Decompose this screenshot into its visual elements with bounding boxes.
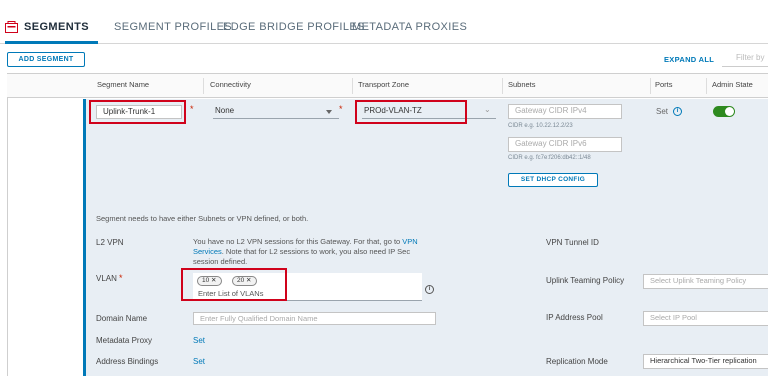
add-segment-button[interactable]: ADD SEGMENT <box>7 52 85 67</box>
segments-icon <box>5 21 18 33</box>
column-header-ports[interactable]: Ports <box>655 80 673 89</box>
set-dhcp-config-button[interactable]: SET DHCP CONFIG <box>508 173 598 187</box>
filter-input[interactable]: Filter by <box>722 49 768 67</box>
expand-all-link[interactable]: EXPAND ALL <box>664 55 714 64</box>
tab-segments[interactable]: SEGMENTS <box>24 21 89 33</box>
tab-bar: SEGMENTS SEGMENT PROFILES EDGE BRIDGE PR… <box>0 0 768 44</box>
segment-notice: Segment needs to have either Subnets or … <box>96 214 309 223</box>
tab-metadata-proxies[interactable]: METADATA PROXIES <box>352 21 467 33</box>
tab-edge-bridge-profiles[interactable]: EDGE BRIDGE PROFILES <box>223 21 365 33</box>
toggle-knob <box>725 107 734 116</box>
address-bindings-set-link[interactable]: Set <box>193 357 205 366</box>
ports-set-link[interactable]: Set <box>656 107 668 116</box>
ipv6-hint: CIDR e.g. fc7e:f206:db42::1/48 <box>508 155 591 161</box>
uplink-teaming-select[interactable]: Select Uplink Teaming Policy <box>643 274 768 289</box>
domain-name-input[interactable]: Enter Fully Qualified Domain Name <box>193 312 436 325</box>
column-header-segment-name[interactable]: Segment Name <box>97 80 149 89</box>
vpn-link[interactable]: VPN <box>402 237 417 246</box>
gateway-ipv6-input[interactable]: Gateway CIDR IPv6 <box>508 137 622 152</box>
address-bindings-label: Address Bindings <box>96 357 159 366</box>
tab-segment-profiles[interactable]: SEGMENT PROFILES <box>114 21 232 33</box>
column-header-transport-zone[interactable]: Transport Zone <box>358 80 409 89</box>
column-header-admin-state[interactable]: Admin State <box>712 80 753 89</box>
active-tab-indicator <box>5 41 98 44</box>
replication-mode-label: Replication Mode <box>546 357 608 366</box>
gateway-ipv4-input[interactable]: Gateway CIDR IPv4 <box>508 104 622 119</box>
highlight-vlan <box>181 268 287 301</box>
vpn-tunnel-id-label: VPN Tunnel ID <box>546 238 599 247</box>
vlan-label: VLAN <box>96 274 117 283</box>
ip-pool-select[interactable]: Select IP Pool <box>643 311 768 326</box>
metadata-proxy-set-link[interactable]: Set <box>193 336 205 345</box>
chevron-down-icon: ⌄ <box>484 105 491 114</box>
row-gutter <box>8 99 83 376</box>
domain-name-label: Domain Name <box>96 314 148 323</box>
replication-mode-select[interactable]: Hierarchical Two-Tier replication <box>643 354 768 369</box>
ip-pool-label: IP Address Pool <box>546 313 603 322</box>
row-selection-bar <box>83 99 86 376</box>
highlight-transport-zone <box>355 100 467 124</box>
info-icon[interactable]: i <box>673 107 682 116</box>
required-marker: * <box>119 273 123 283</box>
chevron-down-icon <box>326 110 332 114</box>
required-marker: * <box>190 104 194 114</box>
l2vpn-message: You have no L2 VPN sessions for this Gat… <box>193 237 418 266</box>
required-marker: * <box>339 104 343 114</box>
info-icon[interactable]: i <box>425 285 434 294</box>
highlight-segment-name <box>89 100 186 124</box>
services-link[interactable]: Services <box>193 247 222 256</box>
column-header-subnets[interactable]: Subnets <box>508 80 536 89</box>
uplink-teaming-label: Uplink Teaming Policy <box>546 276 625 285</box>
l2vpn-label: L2 VPN <box>96 238 124 247</box>
connectivity-select[interactable]: None <box>213 105 339 119</box>
column-header-connectivity[interactable]: Connectivity <box>210 80 251 89</box>
ipv4-hint: CIDR e.g. 10.22.12.2/23 <box>508 123 573 129</box>
nsx-segments-page: SEGMENTS SEGMENT PROFILES EDGE BRIDGE PR… <box>0 0 768 376</box>
metadata-proxy-label: Metadata Proxy <box>96 336 153 345</box>
